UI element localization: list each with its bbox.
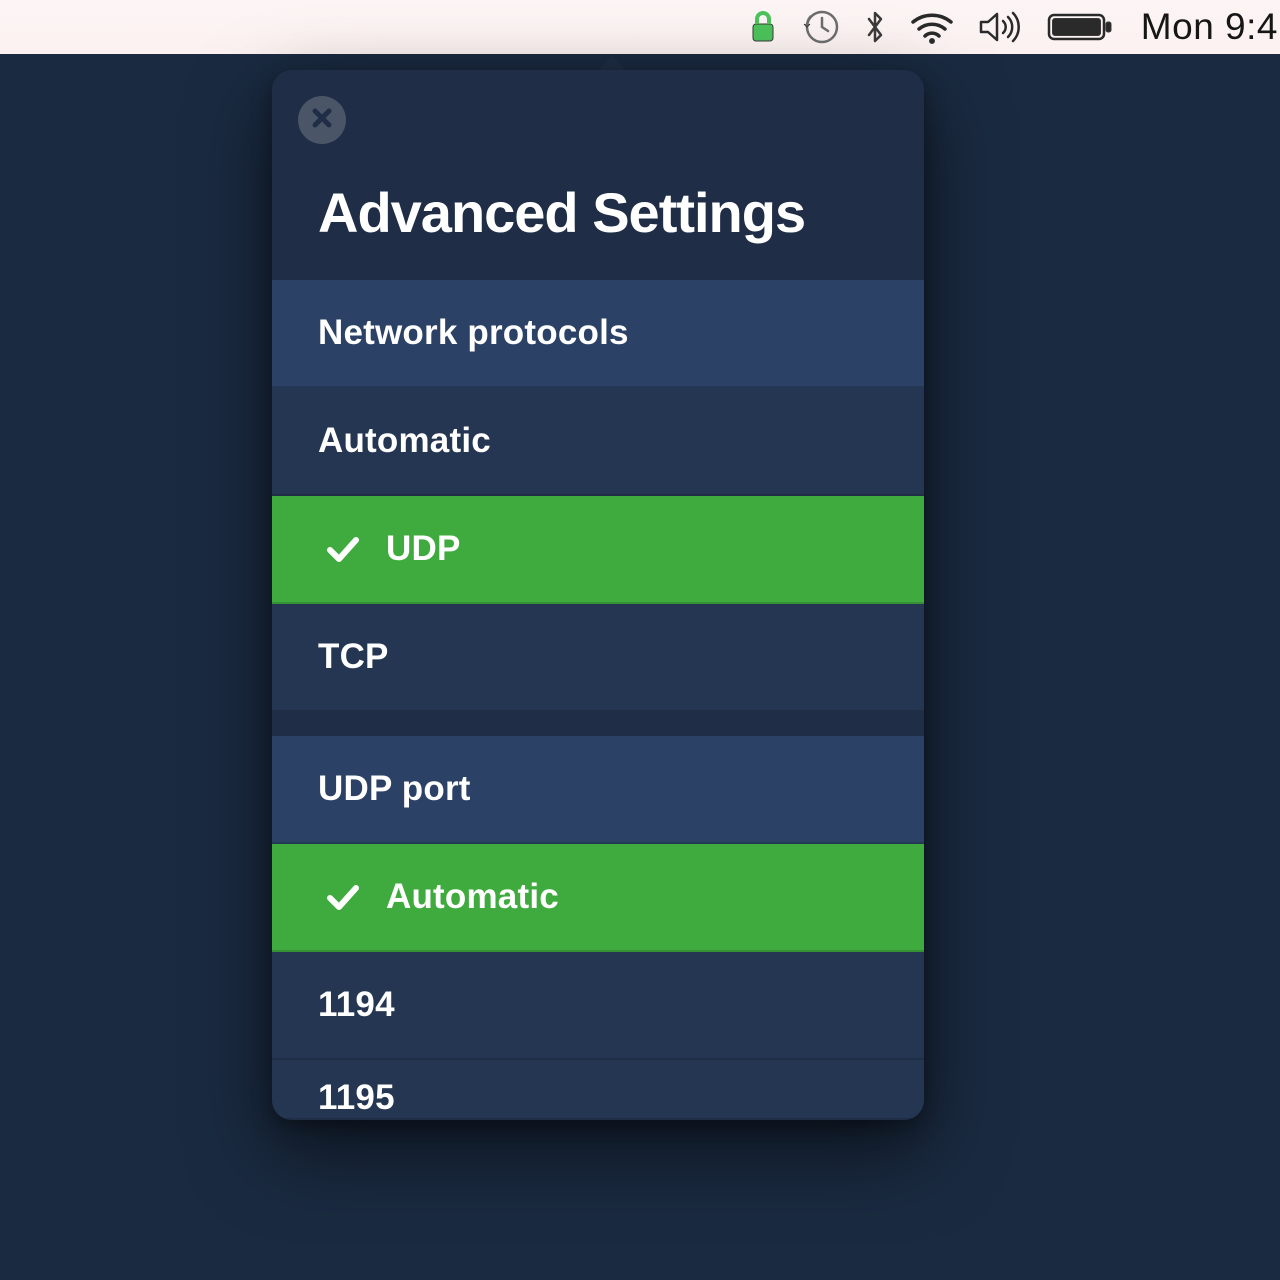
close-button[interactable] — [298, 96, 346, 144]
option-port-automatic[interactable]: Automatic — [272, 844, 924, 952]
settings-panel: Advanced Settings Network protocols Auto… — [272, 70, 924, 1120]
option-label: UDP — [386, 529, 461, 569]
check-icon — [318, 524, 368, 574]
option-label: Automatic — [386, 877, 559, 917]
option-port-1195[interactable]: 1195 — [272, 1060, 924, 1120]
timemachine-icon[interactable] — [799, 0, 841, 54]
section-header-udp-port: UDP port — [272, 736, 924, 844]
wifi-icon[interactable] — [909, 0, 955, 54]
option-port-1194[interactable]: 1194 — [272, 952, 924, 1060]
bluetooth-icon[interactable] — [863, 0, 887, 54]
lock-icon[interactable] — [749, 9, 777, 45]
panel-pointer — [598, 56, 626, 70]
section-spacer — [272, 712, 924, 736]
option-udp[interactable]: UDP — [272, 496, 924, 604]
menubar: Mon 9:4 — [0, 0, 1280, 54]
option-automatic-protocol[interactable]: Automatic — [272, 388, 924, 496]
option-label: TCP — [318, 637, 389, 677]
option-tcp[interactable]: TCP — [272, 604, 924, 712]
close-icon — [309, 105, 335, 136]
option-label: 1195 — [318, 1078, 395, 1118]
volume-icon[interactable] — [977, 0, 1025, 54]
settings-list: Network protocols Automatic UDP TCP UDP … — [272, 280, 924, 1120]
option-label: 1194 — [318, 985, 395, 1025]
panel-title: Advanced Settings — [318, 180, 805, 245]
section-header-network-protocols: Network protocols — [272, 280, 924, 388]
check-icon — [318, 872, 368, 922]
menubar-clock[interactable]: Mon 9:4 — [1135, 0, 1280, 54]
option-label: Automatic — [318, 421, 491, 461]
battery-icon[interactable] — [1047, 0, 1113, 54]
section-header-label: UDP port — [318, 769, 471, 809]
section-header-label: Network protocols — [318, 313, 629, 353]
